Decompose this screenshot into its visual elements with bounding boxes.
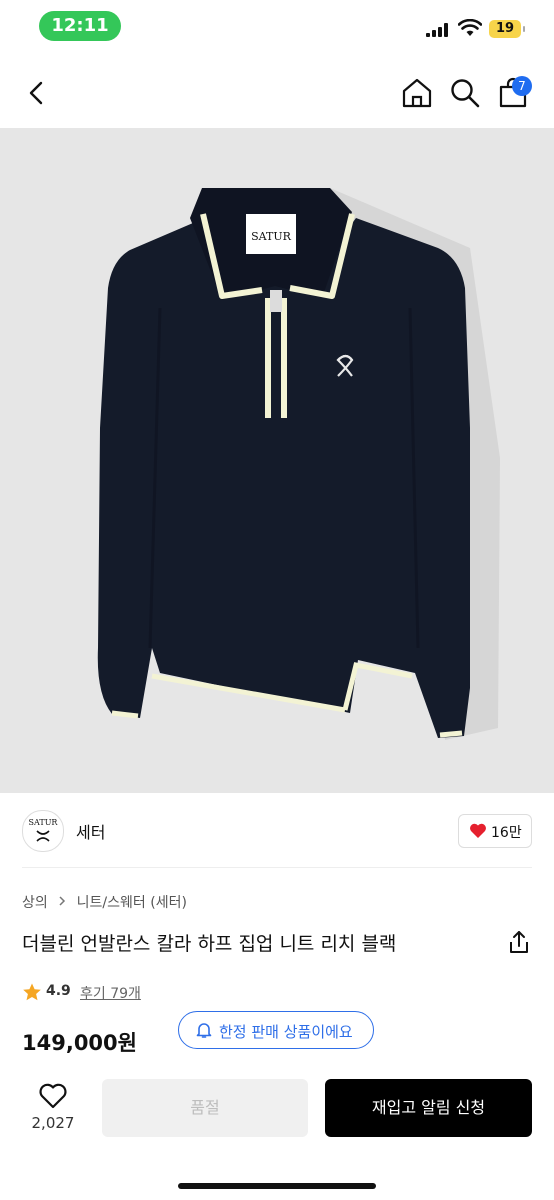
home-indicator (178, 1183, 376, 1189)
sweater-illustration: SATUR (97, 188, 500, 740)
brand-logo-text: SATUR (28, 818, 58, 827)
breadcrumb-item-subcategory[interactable]: 니트/스웨터 (세터) (77, 895, 187, 911)
brand-name[interactable]: 세터 (76, 819, 105, 843)
star-icon (23, 983, 41, 1001)
sweater-brand-label: SATUR (251, 230, 291, 243)
breadcrumb-item-category[interactable]: 상의 (22, 895, 48, 911)
wishlist-button[interactable]: 2,027 (22, 1080, 84, 1144)
brand-row[interactable]: SATUR 세터 16만 (0, 800, 554, 866)
product-price: 149,000원 (22, 1031, 137, 1055)
rating-value: 4.9 (46, 983, 71, 999)
product-title: 더블린 언발란스 칼라 하프 집업 니트 리치 블랙 (22, 933, 397, 955)
brand-like-button[interactable]: 16만 (458, 814, 532, 848)
limited-sale-badge: 한정 판매 상품이에요 (178, 1011, 374, 1049)
review-count-link[interactable]: 후기 79개 (80, 983, 141, 1003)
search-icon[interactable] (448, 76, 482, 110)
like-count: 16만 (491, 825, 522, 841)
heart-filled-icon (470, 823, 486, 838)
status-time: 12:11 (39, 11, 121, 41)
back-icon[interactable] (22, 78, 52, 108)
breadcrumb: 상의 니트/스웨터 (세터) (22, 892, 187, 912)
restock-alert-button[interactable]: 재입고 알림 신청 (325, 1079, 532, 1137)
top-nav: 7 (0, 60, 554, 128)
home-icon[interactable] (400, 76, 434, 110)
battery-indicator: 19 (489, 20, 525, 38)
brand-logo[interactable]: SATUR (22, 810, 64, 852)
divider (22, 867, 532, 868)
share-icon[interactable] (506, 929, 532, 955)
bell-icon (196, 1023, 212, 1038)
wishlist-count: 2,027 (31, 1114, 75, 1132)
wifi-icon (458, 19, 482, 36)
heart-outline-icon (39, 1083, 67, 1109)
brand-emblem-icon (36, 830, 50, 842)
chevron-right-icon (59, 896, 66, 906)
status-bar: 12:11 19 (0, 0, 554, 54)
cart-count-badge: 7 (512, 76, 532, 96)
cellular-signal-icon (426, 23, 452, 37)
limited-sale-text: 한정 판매 상품이에요 (219, 1023, 353, 1041)
product-image[interactable]: SATUR (0, 128, 554, 793)
soldout-button: 품절 (102, 1079, 308, 1137)
